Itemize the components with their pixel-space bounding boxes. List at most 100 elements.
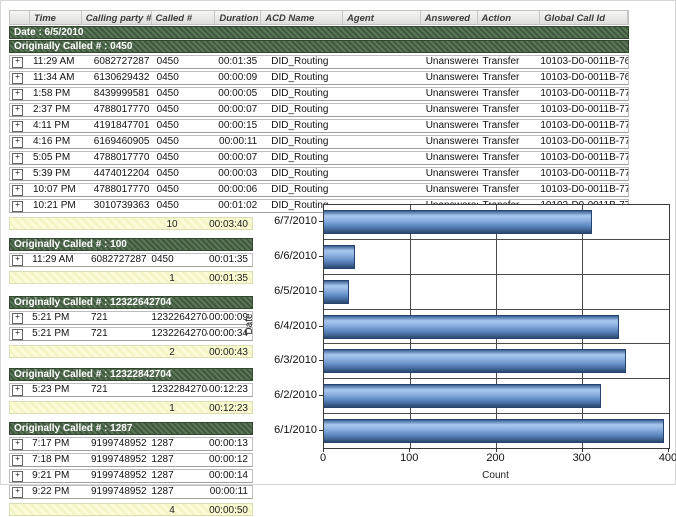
expand-icon[interactable]: + bbox=[12, 169, 23, 180]
cell-expand[interactable]: + bbox=[10, 254, 29, 266]
expand-icon[interactable]: + bbox=[12, 121, 23, 132]
expand-icon[interactable]: + bbox=[12, 385, 23, 396]
cell-global_id: 10103-D0-0011B-778 bbox=[540, 168, 628, 180]
cell-answered: Unanswered bbox=[421, 56, 478, 68]
expand-icon[interactable]: + bbox=[12, 185, 23, 196]
x-axis-tick-label: 100 bbox=[389, 452, 429, 464]
cell-acd: DID_Routing bbox=[261, 56, 343, 68]
cell-acd: DID_Routing bbox=[261, 120, 343, 132]
y-axis-tick bbox=[319, 395, 323, 396]
cell-time: 10:07 PM bbox=[30, 184, 82, 196]
cell-expand[interactable]: + bbox=[10, 454, 29, 466]
column-header-duration[interactable]: Duration bbox=[215, 11, 261, 24]
expand-icon[interactable]: + bbox=[12, 105, 23, 116]
cell-expand[interactable]: + bbox=[10, 470, 29, 482]
cell-expand[interactable]: + bbox=[10, 168, 30, 180]
cell-global_id: 10103-D0-0011B-77E bbox=[540, 184, 628, 196]
cell-calling: 4788017770 bbox=[82, 152, 152, 164]
cell-action: Transfer bbox=[478, 136, 541, 148]
column-header-expand[interactable] bbox=[10, 11, 30, 24]
expand-icon[interactable]: + bbox=[12, 487, 23, 498]
cell-expand[interactable]: + bbox=[10, 136, 30, 148]
grid-line-horizontal bbox=[324, 343, 669, 344]
cell-expand[interactable]: + bbox=[10, 104, 30, 116]
cell-agent bbox=[343, 56, 421, 68]
cell-time: 5:39 PM bbox=[30, 168, 82, 180]
bar-6-3-2010 bbox=[324, 349, 626, 373]
table-row: +11:34 AM6130629432045000:00:09DID_Routi… bbox=[9, 71, 629, 85]
cell-duration: 00:00:07 bbox=[215, 104, 261, 116]
bar-6-5-2010 bbox=[324, 280, 349, 304]
cell-expand[interactable]: + bbox=[10, 88, 30, 100]
cell-called: 1287 bbox=[146, 454, 207, 466]
column-header-time[interactable]: Time bbox=[30, 11, 82, 24]
expand-icon[interactable]: + bbox=[12, 57, 23, 68]
cell-time: 11:29 AM bbox=[29, 254, 79, 266]
cell-expand[interactable]: + bbox=[10, 200, 30, 212]
cell-calling: 3010739363 bbox=[82, 200, 152, 212]
cell-answered: Unanswered bbox=[421, 184, 478, 196]
expand-icon[interactable]: + bbox=[12, 255, 23, 266]
cell-acd: DID_Routing bbox=[261, 184, 343, 196]
expand-icon[interactable]: + bbox=[12, 329, 23, 340]
cell-called: 1287 bbox=[146, 486, 207, 498]
expand-icon[interactable]: + bbox=[12, 439, 23, 450]
group-header: Originally Called # : 0450 bbox=[9, 40, 629, 53]
column-header-calling-party-[interactable]: Calling party # bbox=[82, 11, 152, 24]
expand-icon[interactable]: + bbox=[12, 73, 23, 84]
cell-expand[interactable]: + bbox=[10, 152, 30, 164]
expand-icon[interactable]: + bbox=[12, 313, 23, 324]
subtotal-count: 4 bbox=[140, 504, 204, 515]
cell-time: 5:05 PM bbox=[30, 152, 82, 164]
subtotal-spacer bbox=[10, 346, 140, 357]
y-axis-tick bbox=[319, 326, 323, 327]
cell-action: Transfer bbox=[478, 184, 541, 196]
cell-called: 0450 bbox=[152, 56, 216, 68]
expand-icon[interactable]: + bbox=[12, 153, 23, 164]
table-row: +5:39 PM4474012204045000:00:03DID_Routin… bbox=[9, 167, 629, 181]
column-header-global-call-id[interactable]: Global Call Id bbox=[540, 11, 628, 24]
expand-icon[interactable]: + bbox=[12, 455, 23, 466]
expand-icon[interactable]: + bbox=[12, 137, 23, 148]
cell-expand[interactable]: + bbox=[10, 384, 29, 396]
bar-6-6-2010 bbox=[324, 245, 355, 269]
table-row: +9:22 PM9199748952128700:00:11 bbox=[9, 485, 253, 499]
subtotal-duration: 00:00:50 bbox=[204, 504, 252, 515]
cell-expand[interactable]: + bbox=[10, 184, 30, 196]
cell-expand[interactable]: + bbox=[10, 486, 29, 498]
column-header-called-[interactable]: Called # bbox=[152, 11, 216, 24]
cell-expand[interactable]: + bbox=[10, 72, 30, 84]
cell-global_id: 10103-D0-0011B-772 bbox=[540, 120, 628, 132]
cell-expand[interactable]: + bbox=[10, 312, 29, 324]
grid-line-horizontal bbox=[324, 274, 669, 275]
cell-answered: Unanswered bbox=[421, 104, 478, 116]
cell-duration: 00:00:06 bbox=[215, 184, 261, 196]
column-header-action[interactable]: Action bbox=[478, 11, 541, 24]
chart-plot-area bbox=[323, 204, 670, 449]
x-axis-tick-label: 0 bbox=[303, 452, 343, 464]
cell-calling: 8439999581 bbox=[82, 88, 152, 100]
cell-expand[interactable]: + bbox=[10, 56, 30, 68]
expand-icon[interactable]: + bbox=[12, 89, 23, 100]
cell-called: 0450 bbox=[152, 104, 216, 116]
column-header-acd-name[interactable]: ACD Name bbox=[261, 11, 343, 24]
cell-action: Transfer bbox=[478, 56, 541, 68]
table-row: +11:29 AM6082727287045000:01:35 bbox=[9, 253, 253, 267]
cell-called: 0450 bbox=[152, 136, 216, 148]
cell-acd: DID_Routing bbox=[261, 104, 343, 116]
column-header-answered[interactable]: Answered bbox=[421, 11, 478, 24]
cell-expand[interactable]: + bbox=[10, 438, 29, 450]
cell-called: 12322842704 bbox=[146, 384, 207, 396]
expand-icon[interactable]: + bbox=[12, 201, 23, 212]
grid-line-horizontal bbox=[324, 413, 669, 414]
cell-expand[interactable]: + bbox=[10, 328, 29, 340]
cell-time: 2:37 PM bbox=[30, 104, 82, 116]
expand-icon[interactable]: + bbox=[12, 471, 23, 482]
grid-line-horizontal bbox=[324, 309, 669, 310]
column-header-agent[interactable]: Agent bbox=[343, 11, 421, 24]
cell-time: 5:23 PM bbox=[29, 384, 79, 396]
cell-agent bbox=[343, 136, 421, 148]
cell-expand[interactable]: + bbox=[10, 120, 30, 132]
cell-time: 5:21 PM bbox=[29, 312, 79, 324]
cell-acd: DID_Routing bbox=[261, 88, 343, 100]
